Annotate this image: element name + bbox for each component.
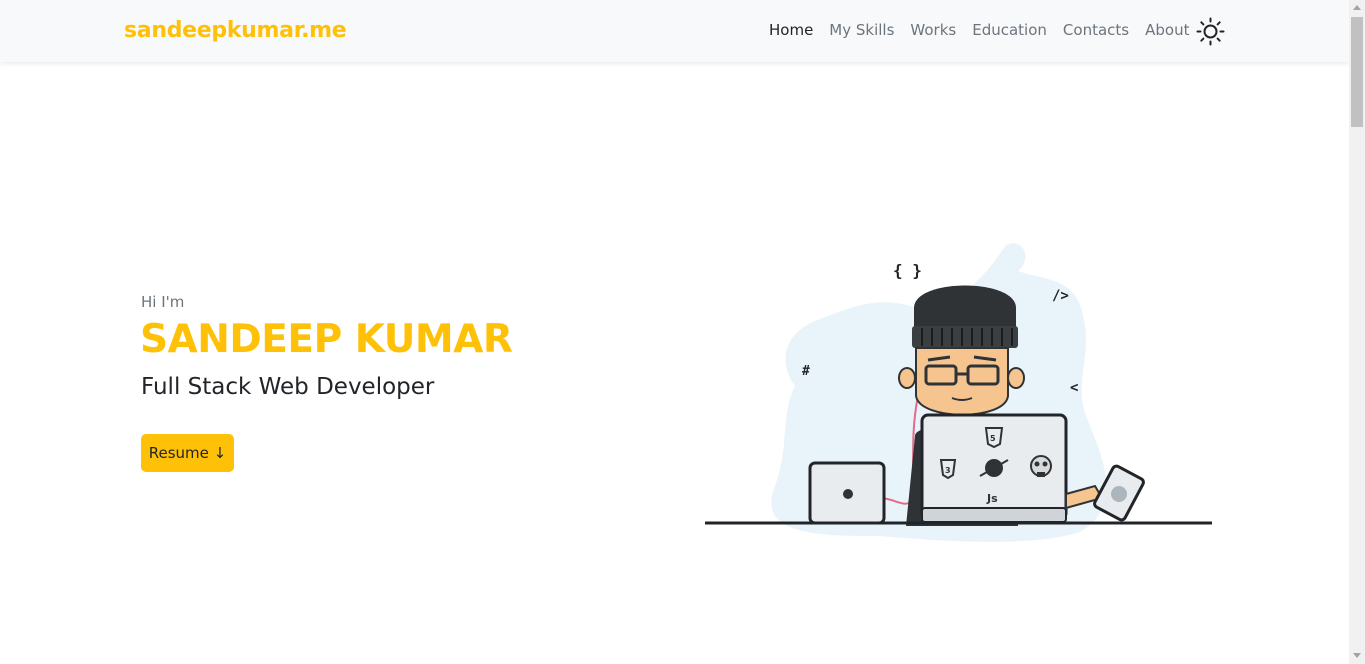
nav-link-my-skills[interactable]: My Skills <box>829 21 894 39</box>
hero-role: Full Stack Web Developer <box>141 374 435 400</box>
nav-link-home[interactable]: Home <box>769 21 813 39</box>
theme-toggle-button[interactable] <box>1196 17 1225 46</box>
nav-links: Home My Skills Works Education Contacts … <box>769 21 1189 39</box>
angle-bracket-symbol: < <box>1070 380 1078 396</box>
nav-link-contacts[interactable]: Contacts <box>1063 21 1129 39</box>
hero-name: SANDEEP KUMAR <box>140 317 513 362</box>
navbar: sandeepkumar.me Home My Skills Works Edu… <box>0 0 1349 62</box>
hash-symbol: # <box>802 364 810 379</box>
hero-greeting: Hi I'm <box>141 293 185 311</box>
closing-tag-symbol: /> <box>1052 288 1069 304</box>
nav-link-works[interactable]: Works <box>910 21 956 39</box>
curly-braces-symbol: { } <box>893 261 922 280</box>
nav-link-about[interactable]: About <box>1145 21 1189 39</box>
developer-at-laptop-illustration: { } /> # < 5 3 Js <box>705 243 1212 542</box>
resume-download-button[interactable]: Resume ↓ <box>141 434 234 472</box>
scroll-up-arrow-icon[interactable] <box>1353 5 1361 10</box>
scroll-down-arrow-icon[interactable] <box>1353 653 1361 658</box>
js-label: Js <box>986 492 998 505</box>
sun-icon <box>1196 17 1225 46</box>
brand-logo[interactable]: sandeepkumar.me <box>124 18 347 43</box>
svg-text:3: 3 <box>945 466 951 475</box>
svg-text:5: 5 <box>990 434 996 443</box>
scrollbar-thumb[interactable] <box>1351 17 1363 127</box>
nav-link-education[interactable]: Education <box>972 21 1047 39</box>
